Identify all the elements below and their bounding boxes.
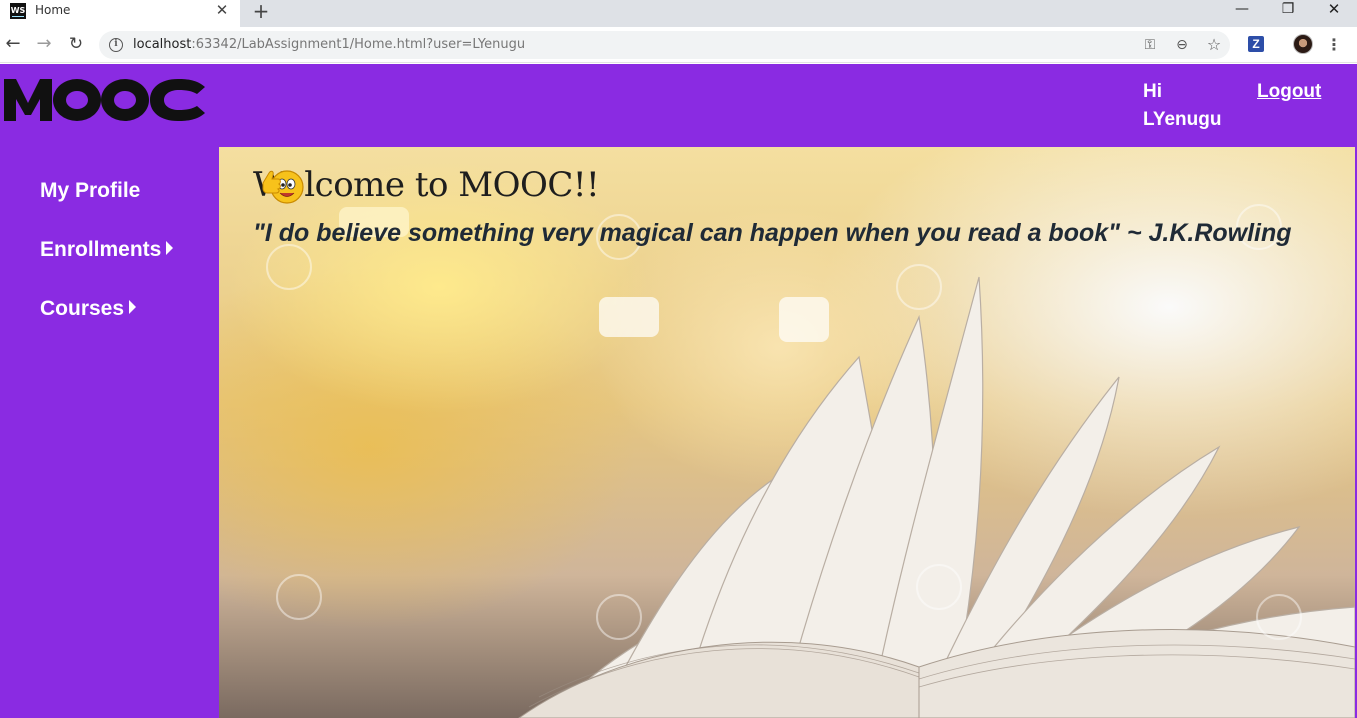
profile-avatar[interactable] [1293, 34, 1313, 54]
url-path: :63342/LabAssignment1/Home.html?user=LYe… [191, 37, 526, 52]
sidebar-item-label: My Profile [40, 179, 141, 202]
new-tab-button[interactable]: + [250, 0, 272, 22]
logout-link[interactable]: Logout [1257, 78, 1321, 106]
url-host: localhost [133, 37, 192, 52]
zoom-icon[interactable]: ⊖ [1173, 36, 1191, 54]
url-text[interactable]: localhost:63342/LabAssignment1/Home.html… [133, 37, 525, 52]
caret-right-icon [129, 300, 137, 314]
browser-toolbar: ← → ↻ i localhost:63342/LabAssignment1/H… [0, 27, 1357, 63]
close-window-icon[interactable]: ✕ [1314, 0, 1354, 22]
star-icon[interactable]: ☆ [1205, 36, 1223, 54]
caret-right-icon [166, 241, 174, 255]
tab-close-icon[interactable]: ✕ [214, 2, 230, 18]
zoom-extension-icon[interactable]: Z [1248, 36, 1264, 52]
sidebar-item-my-profile[interactable]: My Profile [40, 179, 140, 203]
sidebar-item-label: Enrollments [40, 238, 162, 261]
minimize-window-icon[interactable]: — [1222, 0, 1262, 22]
book-quote: "I do believe something very magical can… [253, 219, 1292, 247]
greeting-text: Hi LYenugu [1143, 81, 1222, 130]
thumbs-up-emoji-icon [262, 170, 304, 204]
tab-title: Home [35, 3, 71, 17]
browser-tab[interactable]: WS Home ✕ [0, 0, 240, 27]
sidebar-item-enrollments[interactable]: Enrollments [40, 238, 174, 262]
address-bar[interactable]: i localhost:63342/LabAssignment1/Home.ht… [99, 31, 1230, 59]
welcome-heading: Welcome to MOOC!! [253, 165, 600, 205]
restore-window-icon[interactable]: ❐ [1268, 0, 1308, 22]
webstorm-favicon-icon: WS [10, 3, 26, 19]
info-icon[interactable]: i [109, 38, 123, 52]
sidebar-item-courses[interactable]: Courses [40, 297, 137, 321]
forward-arrow-icon[interactable]: → [32, 33, 56, 57]
key-icon[interactable]: ⚿ [1141, 36, 1159, 54]
site-header: Hi LYenugu Logout [0, 64, 1357, 147]
page: Hi LYenugu Logout My Profile Enrollments… [0, 64, 1357, 718]
browser-tab-strip: WS Home ✕ + — ❐ ✕ [0, 0, 1357, 27]
sidebar: My Profile Enrollments Courses [0, 147, 219, 718]
browser-menu-icon[interactable]: ⋮ [1326, 33, 1342, 57]
back-arrow-icon[interactable]: ← [1, 33, 25, 57]
hero-book-background: Welcome to MOOC!! "I do believe somethin… [219, 147, 1355, 718]
mooc-logo[interactable] [4, 77, 206, 123]
reload-icon[interactable]: ↻ [64, 33, 88, 57]
sidebar-item-label: Courses [40, 297, 125, 320]
